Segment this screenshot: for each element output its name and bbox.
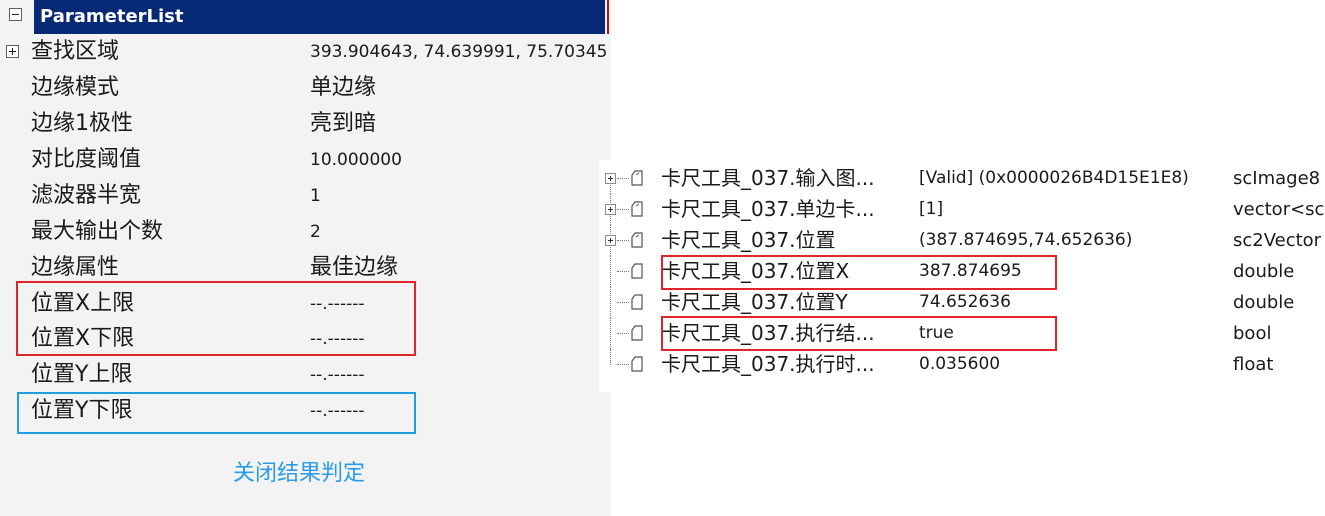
tree-connector (610, 256, 611, 287)
variable-icon (631, 170, 643, 186)
param-value[interactable]: 10.000000 (310, 142, 402, 178)
tree-connector (617, 333, 629, 334)
expand-plus-icon[interactable] (605, 204, 616, 215)
expand-plus-icon[interactable] (6, 45, 19, 58)
parameter-list-header: ParameterList (0, 0, 611, 34)
var-value: 0.035600 (919, 354, 1001, 374)
highlight-box-x-limits (16, 281, 416, 356)
var-type: bool (1233, 323, 1272, 344)
tree-connector (610, 349, 611, 365)
var-type: double (1233, 292, 1295, 313)
collapse-toggle-icon[interactable] (9, 8, 22, 21)
param-row-contrast-threshold[interactable]: 对比度阈值 10.000000 (0, 142, 611, 178)
close-result-judgement-link[interactable]: 关闭结果判定 (233, 456, 365, 492)
variable-icon (631, 232, 643, 248)
expand-plus-icon[interactable] (605, 173, 616, 184)
var-name: 卡尺工具_037.输入图... (661, 166, 875, 190)
param-value[interactable]: 393.904643, 74.639991, 75.70345 (310, 34, 607, 70)
variable-icon (631, 201, 643, 217)
highlight-box-execution-result (661, 316, 1057, 351)
param-name: 滤波器半宽 (31, 183, 142, 208)
parameter-list-title[interactable]: ParameterList (34, 0, 605, 34)
tree-connector (617, 209, 629, 210)
variable-icon (631, 356, 643, 372)
tree-connector (617, 240, 629, 241)
var-name: 卡尺工具_037.执行时... (661, 352, 875, 376)
param-name: 对比度阈值 (31, 147, 142, 172)
param-value[interactable]: --.------ (310, 357, 364, 393)
var-type: sc2Vector (1233, 230, 1322, 251)
variable-icon (631, 325, 643, 341)
var-row[interactable]: 卡尺工具_037.输入图... [Valid] (0x0000026B4D15E… (599, 163, 1325, 194)
var-row[interactable]: 卡尺工具_037.位置Y 74.652636 double (599, 287, 1325, 318)
highlight-box-y-lower (17, 392, 416, 434)
var-name: 卡尺工具_037.位置 (661, 228, 836, 252)
param-row-position-y-upper[interactable]: 位置Y上限 --.------ (0, 357, 611, 393)
param-value[interactable]: 亮到暗 (310, 106, 376, 142)
param-value[interactable]: 单边缘 (310, 70, 376, 106)
variable-icon (631, 294, 643, 310)
param-row-filter-half-width[interactable]: 滤波器半宽 1 (0, 178, 611, 214)
param-row-max-output-count[interactable]: 最大输出个数 2 (0, 214, 611, 250)
parameter-list-panel: ParameterList 查找区域 393.904643, 74.639991… (0, 0, 611, 516)
var-value: [Valid] (0x0000026B4D15E1E8) (919, 168, 1189, 188)
param-value[interactable]: 1 (310, 178, 321, 214)
variable-tree-panel: 卡尺工具_037.输入图... [Valid] (0x0000026B4D15E… (599, 160, 1325, 392)
param-row-search-region[interactable]: 查找区域 393.904643, 74.639991, 75.70345 (0, 34, 611, 70)
tree-connector (617, 178, 629, 179)
var-name: 卡尺工具_037.单边卡... (661, 197, 875, 221)
var-row[interactable]: 卡尺工具_037.执行时... 0.035600 float (599, 349, 1325, 380)
var-name: 卡尺工具_037.位置Y (661, 290, 848, 314)
highlight-box-position-x (661, 255, 1057, 290)
var-value: 74.652636 (919, 292, 1011, 312)
tree-connector (617, 364, 629, 365)
tree-connector (617, 302, 629, 303)
param-name: 最大输出个数 (31, 219, 164, 244)
param-name: 边缘1极性 (31, 111, 133, 136)
tree-connector (617, 271, 629, 272)
var-value: (387.874695,74.652636) (919, 230, 1133, 250)
var-value: [1] (919, 199, 944, 219)
var-type: float (1233, 354, 1274, 375)
tree-connector (610, 287, 611, 318)
var-type: vector<sc (1233, 199, 1325, 220)
header-edge-divider (607, 0, 609, 34)
param-name: 位置Y上限 (31, 362, 133, 387)
variable-icon (631, 263, 643, 279)
var-type: scImage8 (1233, 168, 1321, 189)
param-name: 查找区域 (31, 39, 120, 64)
param-value[interactable]: 2 (310, 214, 321, 250)
param-row-edge-mode[interactable]: 边缘模式 单边缘 (0, 70, 611, 106)
var-row[interactable]: 卡尺工具_037.单边卡... [1] vector<sc (599, 194, 1325, 225)
var-row[interactable]: 卡尺工具_037.位置 (387.874695,74.652636) sc2Ve… (599, 225, 1325, 256)
tree-connector (610, 318, 611, 349)
var-type: double (1233, 261, 1295, 282)
param-row-edge1-polarity[interactable]: 边缘1极性 亮到暗 (0, 106, 611, 142)
param-name: 边缘模式 (31, 75, 120, 100)
expand-plus-icon[interactable] (605, 235, 616, 246)
